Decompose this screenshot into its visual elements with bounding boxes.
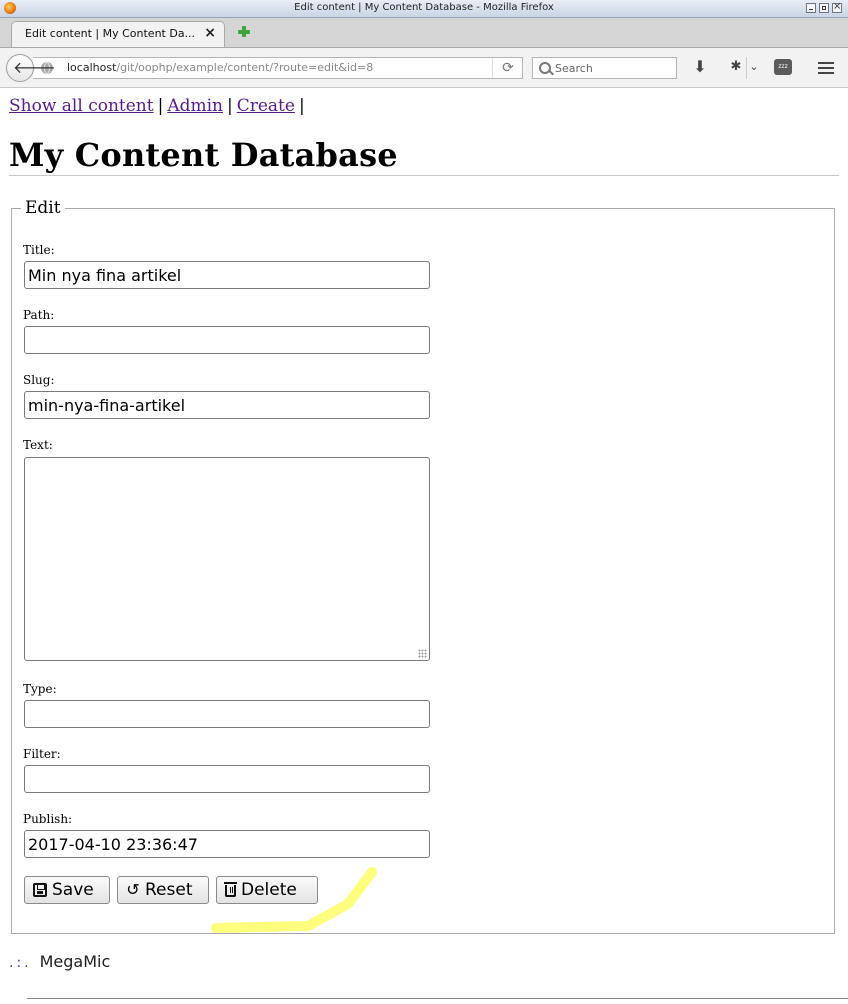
delete-label: Delete [241, 880, 297, 900]
admin-link[interactable]: Admin [167, 96, 223, 116]
filter-label: Filter: [23, 747, 61, 761]
save-button[interactable]: Save [24, 876, 110, 904]
back-button[interactable]: 🡐 [6, 54, 56, 82]
title-divider [9, 175, 839, 176]
type-input[interactable] [24, 700, 430, 728]
slug-label: Slug: [23, 373, 55, 387]
search-input[interactable] [555, 60, 670, 76]
footer-logo: .:. [9, 955, 32, 971]
footer-text: MegaMic [39, 952, 111, 971]
tab-close-icon[interactable]: × [204, 25, 216, 41]
window-titlebar: Edit content | My Content Database - Moz… [0, 0, 848, 18]
slug-input[interactable] [24, 391, 430, 419]
sleep-icon[interactable]: zzz [774, 59, 792, 75]
path-input[interactable] [24, 326, 430, 354]
title-label: Title: [23, 243, 55, 257]
url-bar[interactable]: localhost/git/oophp/example/content/?rou… [33, 57, 523, 79]
title-input[interactable] [24, 261, 430, 289]
top-navigation: Show all content | Admin | Create | [9, 96, 309, 116]
publish-label: Publish: [23, 812, 73, 826]
download-icon[interactable]: ⬇ [690, 57, 710, 79]
window-title: Edit content | My Content Database - Moz… [294, 2, 554, 13]
addon-icon[interactable]: ✱ [724, 57, 748, 79]
search-box[interactable] [532, 57, 677, 79]
search-icon [539, 62, 551, 74]
nav-separator: | [226, 96, 233, 116]
text-label: Text: [23, 438, 53, 452]
textarea-resize-handle[interactable] [418, 649, 427, 658]
delete-button[interactable]: Delete [216, 876, 318, 904]
tab-label: Edit content | My Content Da... [25, 27, 196, 40]
page-content: Show all content | Admin | Create | My Conten… [0, 88, 848, 1004]
back-arrow-icon: 🡐 [13, 58, 56, 77]
navigation-toolbar: localhost/git/oophp/example/content/?rou… [0, 48, 848, 88]
path-label: Path: [23, 308, 55, 322]
publish-input[interactable] [24, 830, 430, 858]
hamburger-menu-icon[interactable] [816, 59, 836, 81]
fieldset-legend: Edit [25, 198, 61, 218]
reset-label: Reset [145, 880, 193, 900]
url-text[interactable]: localhost/git/oophp/example/content/?rou… [67, 61, 373, 74]
trash-icon [224, 882, 237, 897]
tab-edit-content[interactable]: Edit content | My Content Da... × [11, 21, 225, 47]
minimize-window-button[interactable] [806, 3, 816, 13]
nav-separator: | [298, 96, 305, 116]
page-title: My Content Database [9, 136, 398, 174]
filter-input[interactable] [24, 765, 430, 793]
floppy-disk-icon [33, 883, 47, 897]
show-all-content-link[interactable]: Show all content [9, 96, 154, 116]
type-label: Type: [23, 682, 57, 696]
text-textarea[interactable] [24, 457, 430, 661]
maximize-window-button[interactable] [819, 3, 829, 13]
create-link[interactable]: Create [237, 96, 295, 116]
nav-separator: | [157, 96, 164, 116]
undo-icon: ↺ [126, 880, 140, 899]
tab-strip: Edit content | My Content Da... × [0, 18, 848, 48]
new-tab-icon[interactable] [236, 24, 252, 40]
close-window-button[interactable] [832, 1, 842, 13]
footer-divider [27, 998, 848, 999]
save-label: Save [52, 880, 94, 900]
reload-icon[interactable]: ⟳ [492, 58, 523, 78]
chevron-down-icon[interactable]: ⌄ [746, 57, 761, 79]
reset-button[interactable]: ↺ Reset [117, 876, 209, 904]
footer: .:. MegaMic [9, 952, 110, 971]
